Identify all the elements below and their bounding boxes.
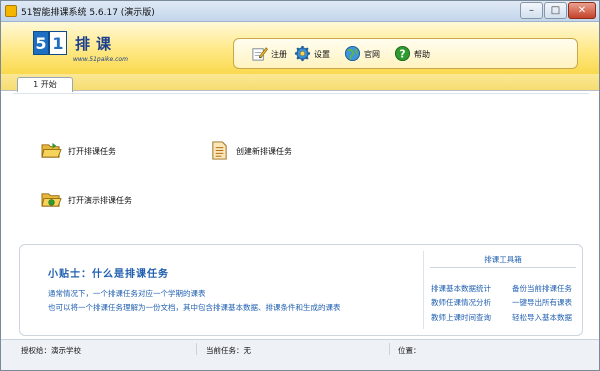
- logo-title: 排课: [75, 35, 118, 53]
- tool-data-statistics-link[interactable]: 排课基本数据统计: [431, 283, 491, 294]
- logo-digit-1: 1: [49, 31, 67, 55]
- open-task-action[interactable]: 打开排课任务: [41, 141, 151, 163]
- create-task-label: 创建新排课任务: [236, 147, 292, 156]
- create-task-action[interactable]: 创建新排课任务: [209, 141, 319, 163]
- start-panel: 打开排课任务 创建新排课任务 打开演示排课任务: [13, 93, 589, 241]
- website-label: 官网: [364, 50, 380, 59]
- open-demo-task-label: 打开演示排课任务: [68, 196, 132, 205]
- main-toolbar: 注册 设置 官网 ? 帮助: [233, 38, 578, 69]
- license-status: 授权给：演示学校: [21, 346, 81, 355]
- tip-line: 也可以将一个排课任务理解为一份文档，其中包含排课基本数据、排课条件和生成的课表: [48, 303, 341, 312]
- logo-digit-5: 5: [33, 31, 49, 55]
- tool-backup-task-link[interactable]: 备份当前排课任务: [512, 283, 572, 294]
- position-status: 位置：: [398, 346, 421, 355]
- help-icon: ?: [394, 45, 411, 62]
- status-separator: [389, 343, 390, 355]
- globe-icon: [344, 45, 361, 62]
- help-button[interactable]: ? 帮助: [394, 44, 444, 64]
- status-separator: [196, 343, 197, 355]
- settings-button[interactable]: 设置: [294, 44, 344, 64]
- close-button[interactable]: ✕: [568, 2, 596, 19]
- demo-folder-icon: [41, 193, 62, 207]
- window-title: 51智能排课系统 5.6.17 (演示版): [21, 8, 155, 18]
- register-pencil-icon: [252, 47, 268, 61]
- register-label: 注册: [271, 50, 287, 59]
- logo-url: www.51paike.com: [73, 56, 128, 63]
- maximize-button[interactable]: □: [544, 2, 567, 19]
- current-task-status: 当前任务：无: [206, 346, 251, 355]
- tool-export-timetables-link[interactable]: 一键导出所有课表: [512, 297, 572, 308]
- settings-label: 设置: [314, 50, 330, 59]
- tool-teacher-schedule-link[interactable]: 教师上课时间查询: [431, 312, 491, 323]
- gear-icon: [294, 45, 311, 62]
- app-icon: [5, 5, 17, 17]
- app-window: 51智能排课系统 5.6.17 (演示版) – □ ✕ 5 1 排课 www.5…: [0, 0, 600, 371]
- svg-text:?: ?: [399, 48, 405, 60]
- new-document-icon: [212, 141, 227, 160]
- tip-line: 通常情况下，一个排课任务对应一个学期的课表: [48, 289, 206, 298]
- tab-strip: 1 开始: [1, 74, 599, 92]
- toolbox-title: 排课工具箱: [484, 255, 522, 264]
- help-label: 帮助: [414, 50, 430, 59]
- open-folder-icon: [41, 142, 62, 158]
- tool-import-data-link[interactable]: 轻松导入基本数据: [512, 312, 572, 323]
- open-task-label: 打开排课任务: [68, 147, 116, 156]
- tips-panel: 小贴士：什么是排课任务 通常情况下，一个排课任务对应一个学期的课表 也可以将一个…: [19, 244, 583, 336]
- minimize-button[interactable]: –: [520, 2, 543, 19]
- tab-start[interactable]: 1 开始: [17, 77, 73, 92]
- tips-title: 小贴士：什么是排课任务: [48, 269, 169, 280]
- status-bar: 授权给：演示学校 当前任务：无 位置：: [1, 339, 599, 370]
- website-button[interactable]: 官网: [344, 44, 394, 64]
- tool-teacher-analysis-link[interactable]: 教师任课情况分析: [431, 297, 491, 308]
- toolbox-divider: [430, 267, 576, 268]
- open-demo-task-action[interactable]: 打开演示排课任务: [41, 190, 171, 212]
- title-bar[interactable]: 51智能排课系统 5.6.17 (演示版) – □ ✕: [1, 1, 599, 22]
